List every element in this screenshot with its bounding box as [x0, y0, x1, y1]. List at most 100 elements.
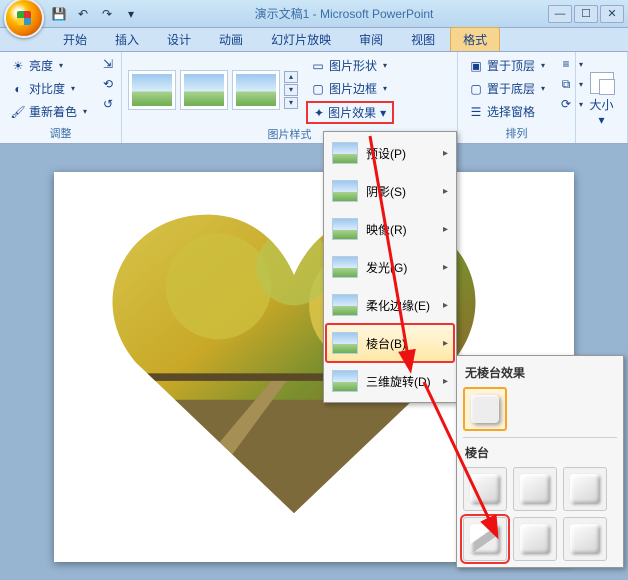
shape-icon: ▭: [311, 59, 325, 73]
tab-view[interactable]: 视图: [398, 27, 448, 51]
change-pic-button[interactable]: ⟲: [96, 75, 120, 93]
chevron-down-icon: ▾: [598, 113, 604, 127]
tab-review[interactable]: 审阅: [346, 27, 396, 51]
redo-icon[interactable]: ↷: [98, 5, 116, 23]
style-thumb[interactable]: [128, 70, 176, 110]
brightness-button[interactable]: ☀亮度▾: [6, 55, 92, 76]
gallery-scroll[interactable]: ▴▾▾: [284, 71, 298, 109]
align-icon: ≡: [559, 57, 573, 71]
menu-divider: [463, 437, 617, 438]
menu-reflection[interactable]: 映像(R)▸: [326, 210, 454, 248]
tab-home[interactable]: 开始: [50, 27, 100, 51]
rotation-icon: [332, 370, 358, 392]
save-icon[interactable]: 💾: [50, 5, 68, 23]
title-bar: 💾 ↶ ↷ ▾ 演示文稿1 - Microsoft PowerPoint 图片……: [0, 0, 628, 28]
tab-anim[interactable]: 动画: [206, 27, 256, 51]
gallery-more-icon[interactable]: ▾: [284, 97, 298, 109]
app-title: Microsoft PowerPoint: [320, 7, 433, 21]
chevron-down-icon: ▾: [541, 84, 545, 93]
compress-button[interactable]: ⇲: [96, 55, 120, 73]
menu-bevel[interactable]: 棱台(B)▸: [326, 324, 454, 362]
picture-border-button[interactable]: ▢图片边框▾: [306, 78, 394, 99]
chevron-down-icon: ▾: [541, 61, 545, 70]
window-title: 演示文稿1 - Microsoft PowerPoint: [140, 5, 548, 22]
styles-gallery[interactable]: ▴▾▾: [128, 70, 298, 110]
brightness-icon: ☀: [11, 59, 25, 73]
bring-front-icon: ▣: [469, 59, 483, 73]
style-thumb[interactable]: [232, 70, 280, 110]
tab-insert[interactable]: 插入: [102, 27, 152, 51]
recolor-icon: 🖌: [11, 105, 25, 119]
style-thumb[interactable]: [180, 70, 228, 110]
chevron-right-icon: ▸: [443, 262, 448, 273]
crop-icon: [590, 72, 614, 94]
rotate-icon: ⟳: [559, 97, 573, 111]
undo-icon[interactable]: ↶: [74, 5, 92, 23]
ribbon: ☀亮度▾ ◐对比度▾ 🖌重新着色▾ ⇲ ⟲ ↺ 调整 ▴▾▾ ▭图片形状▾ ▢图…: [0, 52, 628, 144]
shadow-icon: [332, 180, 358, 202]
chevron-down-icon: ▾: [71, 84, 75, 93]
bevel-option-selected[interactable]: [463, 517, 507, 561]
tab-format[interactable]: 格式: [450, 27, 500, 51]
bevel-option[interactable]: [563, 467, 607, 511]
group-label-arrange: 排列: [464, 123, 569, 143]
group-icon: ⧉: [559, 77, 573, 91]
recolor-button[interactable]: 🖌重新着色▾: [6, 101, 92, 122]
gallery-down-icon[interactable]: ▾: [284, 84, 298, 96]
bevel-option[interactable]: [513, 467, 557, 511]
menu-preset[interactable]: 预设(P)▸: [326, 134, 454, 172]
size-button[interactable]: 大小 ▾: [582, 55, 621, 139]
bevel-submenu: 无棱台效果 棱台: [456, 355, 624, 568]
chevron-right-icon: ▸: [443, 300, 448, 311]
glow-icon: [332, 256, 358, 278]
bevel-icon: [332, 332, 358, 354]
send-back-button[interactable]: ▢置于底层▾: [464, 78, 550, 99]
preset-icon: [332, 142, 358, 164]
reflection-icon: [332, 218, 358, 240]
chevron-down-icon: ▾: [383, 84, 387, 93]
gallery-up-icon[interactable]: ▴: [284, 71, 298, 83]
group-label-adjust: 调整: [6, 123, 115, 143]
selection-icon: ☰: [469, 105, 483, 119]
chevron-right-icon: ▸: [443, 224, 448, 235]
reset-icon: ↺: [101, 97, 115, 111]
soft-edges-icon: [332, 294, 358, 316]
group-picture-styles: ▴▾▾ ▭图片形状▾ ▢图片边框▾ ✦图片效果▾ 图片样式: [122, 52, 458, 143]
menu-glow[interactable]: 发光(G)▸: [326, 248, 454, 286]
picture-effects-button[interactable]: ✦图片效果▾: [306, 101, 394, 124]
quick-access-toolbar: 💾 ↶ ↷ ▾: [50, 5, 140, 23]
group-adjust: ☀亮度▾ ◐对比度▾ 🖌重新着色▾ ⇲ ⟲ ↺ 调整: [0, 52, 122, 143]
bevel-heading: 棱台: [465, 444, 615, 461]
chevron-down-icon: ▾: [380, 106, 386, 120]
selection-pane-button[interactable]: ☰选择窗格: [464, 101, 550, 122]
chevron-right-icon: ▸: [443, 148, 448, 159]
no-bevel-heading: 无棱台效果: [465, 364, 615, 381]
group-arrange: ▣置于顶层▾ ▢置于底层▾ ☰选择窗格 ≡▾ ⧉▾ ⟳▾ 排列: [458, 52, 576, 143]
send-back-icon: ▢: [469, 82, 483, 96]
reset-pic-button[interactable]: ↺: [96, 95, 120, 113]
doc-title: 演示文稿1: [255, 7, 310, 21]
contrast-icon: ◐: [11, 82, 25, 96]
effects-icon: ✦: [314, 106, 324, 120]
bevel-option[interactable]: [513, 517, 557, 561]
bevel-none[interactable]: [463, 387, 507, 431]
menu-3d-rotation[interactable]: 三维旋转(D)▸: [326, 362, 454, 400]
tab-slideshow[interactable]: 幻灯片放映: [258, 27, 344, 51]
picture-effects-menu: 预设(P)▸ 阴影(S)▸ 映像(R)▸ 发光(G)▸ 柔化边缘(E)▸ 棱台(…: [323, 131, 457, 403]
bring-front-button[interactable]: ▣置于顶层▾: [464, 55, 550, 76]
bevel-option[interactable]: [463, 467, 507, 511]
chevron-down-icon: ▾: [83, 107, 87, 116]
chevron-right-icon: ▸: [443, 376, 448, 387]
maximize-button[interactable]: ☐: [574, 5, 598, 23]
close-button[interactable]: ✕: [600, 5, 624, 23]
picture-shape-button[interactable]: ▭图片形状▾: [306, 55, 394, 76]
chevron-right-icon: ▸: [443, 186, 448, 197]
contrast-button[interactable]: ◐对比度▾: [6, 78, 92, 99]
qat-more-icon[interactable]: ▾: [122, 5, 140, 23]
menu-shadow[interactable]: 阴影(S)▸: [326, 172, 454, 210]
chevron-down-icon: ▾: [383, 61, 387, 70]
tab-design[interactable]: 设计: [154, 27, 204, 51]
menu-soft-edges[interactable]: 柔化边缘(E)▸: [326, 286, 454, 324]
minimize-button[interactable]: —: [548, 5, 572, 23]
bevel-option[interactable]: [563, 517, 607, 561]
